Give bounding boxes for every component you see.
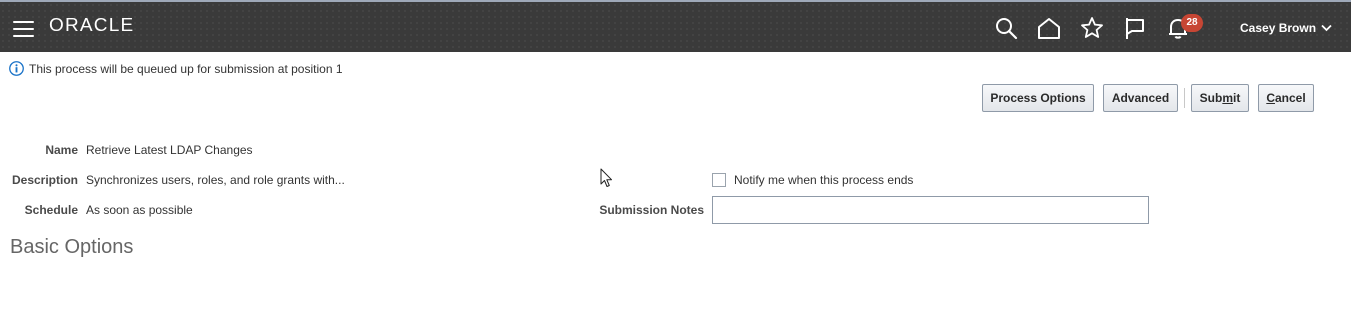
- cancel-button[interactable]: Cancel: [1258, 84, 1314, 112]
- notification-count-badge[interactable]: 28: [1181, 14, 1203, 32]
- home-icon[interactable]: [1037, 16, 1061, 40]
- chevron-down-icon[interactable]: [1321, 24, 1332, 32]
- advanced-label: Advanced: [1111, 91, 1170, 105]
- info-message: This process will be queued up for submi…: [9, 61, 343, 76]
- submission-notes-input[interactable]: [712, 196, 1149, 224]
- star-icon[interactable]: [1080, 16, 1104, 40]
- advanced-button[interactable]: Advanced: [1103, 84, 1178, 112]
- notify-checkbox[interactable]: [712, 173, 726, 187]
- schedule-value: As soon as possible: [86, 203, 193, 217]
- notify-label[interactable]: Notify me when this process ends: [734, 173, 913, 187]
- search-icon[interactable]: [994, 16, 1018, 40]
- schedule-label: Schedule: [24, 203, 78, 217]
- flag-icon[interactable]: [1123, 16, 1147, 40]
- description-value: Synchronizes users, roles, and role gran…: [86, 173, 345, 187]
- mouse-cursor-icon: [600, 168, 612, 187]
- oracle-logo[interactable]: ORACLE: [49, 16, 134, 37]
- basic-options-heading: Basic Options: [10, 236, 134, 258]
- description-label: Description: [11, 173, 78, 187]
- name-value: Retrieve Latest LDAP Changes: [86, 143, 253, 157]
- global-header: ORACLE 28 Casey Brown: [0, 0, 1351, 52]
- cancel-label: Cancel: [1266, 91, 1306, 105]
- process-options-button[interactable]: Process Options: [982, 84, 1094, 112]
- user-name[interactable]: Casey Brown: [1240, 21, 1316, 35]
- menu-icon[interactable]: [13, 21, 34, 37]
- info-icon: [9, 61, 24, 76]
- user-menu[interactable]: Casey Brown: [1240, 21, 1332, 35]
- submit-label: Submit: [1199, 91, 1241, 105]
- toolbar-divider: [1184, 88, 1185, 108]
- submission-notes-label: Submission Notes: [599, 203, 704, 217]
- info-message-text: This process will be queued up for submi…: [29, 61, 343, 76]
- submit-button[interactable]: Submit: [1191, 84, 1249, 112]
- name-label: Name: [45, 143, 78, 157]
- process-options-label: Process Options: [990, 91, 1086, 105]
